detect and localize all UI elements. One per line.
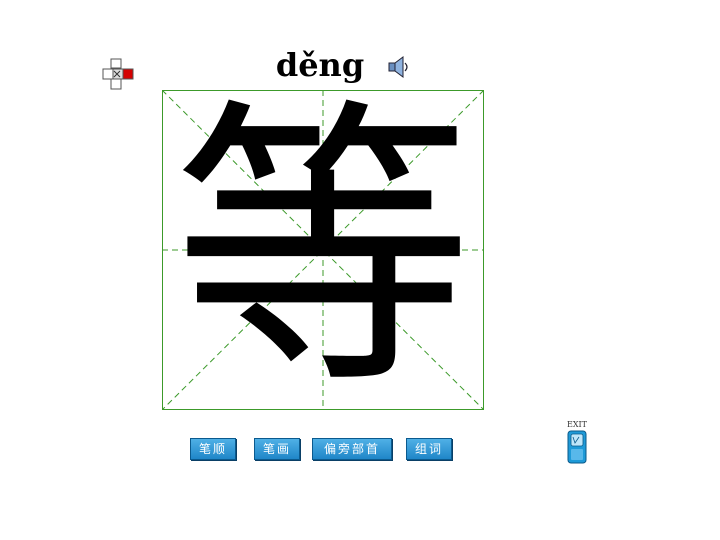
exit-button[interactable]: EXIT [564,420,590,466]
stroke-order-button[interactable]: 笔顺 [190,438,236,460]
main-character: 等 [173,75,473,424]
puzzle-icon[interactable] [102,58,136,90]
exit-label: EXIT [566,420,588,429]
character-grid: 等 [162,90,484,410]
strokes-button[interactable]: 笔画 [254,438,300,460]
exit-door-icon [567,430,587,464]
word-formation-button[interactable]: 组词 [406,438,452,460]
radical-button[interactable]: 偏旁部首 [312,438,392,460]
